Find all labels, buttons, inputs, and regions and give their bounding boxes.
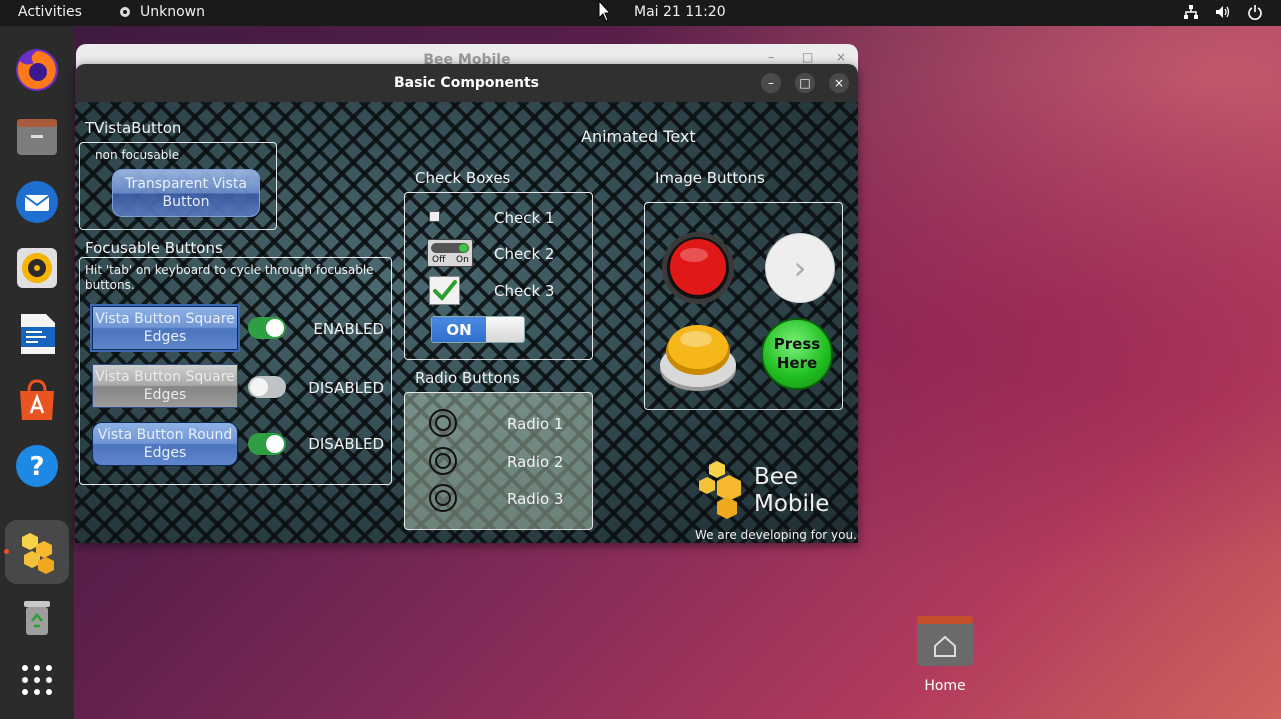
network-icon <box>1184 5 1198 19</box>
enabled-switch-2[interactable] <box>248 376 286 398</box>
radio-2-label[interactable]: Radio 2 <box>507 453 563 471</box>
desktop-home-label: Home <box>924 678 966 694</box>
title-bar[interactable]: Basic Components – □ × <box>75 64 858 102</box>
enabled-switch-1[interactable] <box>248 317 286 339</box>
writer-icon <box>21 314 55 354</box>
offon-indicator <box>459 244 468 252</box>
offon-track <box>431 243 469 253</box>
back-maximize-icon: □ <box>802 50 814 64</box>
focusable-hint: Hit 'tab' on keyboard to cycle through f… <box>85 263 374 292</box>
state-label-1: ENABLED <box>313 320 384 338</box>
dock-show-apps[interactable] <box>13 656 61 704</box>
window-title: Basic Components <box>394 75 539 91</box>
tvista-group: non focusable Transparent Vista Button <box>79 142 277 230</box>
brand-line-2: Mobile <box>754 491 830 517</box>
dock: ? <box>0 26 74 719</box>
back-close-icon: × <box>836 50 847 64</box>
on-toggle-thumb <box>486 317 524 342</box>
animated-text: Animated Text <box>581 127 696 146</box>
firefox-icon <box>16 49 58 91</box>
tvista-note: non focusable <box>95 148 180 162</box>
check-1-label[interactable]: Check 1 <box>494 209 554 227</box>
app-center-icon <box>20 379 54 420</box>
tvista-heading: TVistaButton <box>85 119 182 137</box>
radios-heading: Radio Buttons <box>415 369 520 387</box>
brand-line-1: Bee <box>754 464 799 490</box>
check-3-label[interactable]: Check 3 <box>494 282 554 300</box>
bee-mobile-icon <box>22 533 54 574</box>
chevron-right-icon: › <box>793 249 807 287</box>
vista-button-round[interactable]: Vista Button Round Edges <box>92 422 238 466</box>
radio-1-circle[interactable] <box>429 409 457 437</box>
radios-group: Radio 1 Radio 2 Radio 3 <box>404 392 593 530</box>
dock-rhythmbox[interactable] <box>13 244 61 292</box>
top-bar: Activities Unknown Mai 21 11:20 <box>0 0 1281 26</box>
minimize-button[interactable]: – <box>761 73 781 93</box>
yellow-button-icon[interactable] <box>658 315 738 395</box>
vista-button-square-2[interactable]: Vista Button Square Edges <box>92 364 238 408</box>
transparent-vista-button[interactable]: Transparent Vista Button <box>112 169 260 217</box>
power-icon <box>1248 5 1262 20</box>
app-menu[interactable]: Unknown <box>118 4 205 20</box>
state-label-2: DISABLED <box>308 379 384 397</box>
svg-text:?: ? <box>29 452 44 482</box>
activities-button[interactable]: Activities <box>18 4 82 20</box>
bee-mobile-logo-icon <box>699 461 741 519</box>
app-menu-label: Unknown <box>140 4 205 20</box>
basic-components-window: Basic Components – □ × TVistaButton non … <box>75 64 858 543</box>
desktop-home[interactable]: Home <box>910 612 980 702</box>
maximize-button[interactable]: □ <box>795 73 815 93</box>
focusable-heading: Focusable Buttons <box>85 239 223 257</box>
checkmark-icon <box>433 280 457 301</box>
next-button[interactable]: › <box>765 233 835 303</box>
focusable-group: Hit 'tab' on keyboard to cycle through f… <box>79 257 392 485</box>
offon-off-label: Off <box>432 255 446 265</box>
dock-files[interactable] <box>13 112 61 160</box>
image-buttons-heading: Image Buttons <box>655 169 765 187</box>
on-toggle[interactable]: ON <box>431 316 525 343</box>
help-icon: ? <box>16 445 58 487</box>
trash-icon <box>24 601 50 635</box>
red-button-icon[interactable] <box>661 231 735 305</box>
app-grid-icon <box>22 665 52 695</box>
state-label-3: DISABLED <box>308 435 384 453</box>
thunderbird-icon <box>16 181 58 223</box>
mouse-cursor-icon <box>598 0 612 22</box>
volume-icon <box>1216 6 1230 18</box>
checkboxes-heading: Check Boxes <box>415 169 511 187</box>
image-buttons-group: › Press Here <box>644 202 843 410</box>
dock-help[interactable]: ? <box>13 442 61 490</box>
dock-app-center[interactable] <box>13 376 61 424</box>
close-button[interactable]: × <box>829 73 849 93</box>
dock-firefox[interactable] <box>13 46 61 94</box>
check-2-offon[interactable]: Off On <box>427 239 473 267</box>
vista-button-square-1[interactable]: Vista Button Square Edges <box>92 306 238 350</box>
press-here-button[interactable]: Press Here <box>761 318 833 390</box>
files-icon <box>17 119 57 155</box>
check-2-label[interactable]: Check 2 <box>494 245 554 263</box>
rhythmbox-icon <box>17 248 57 288</box>
back-minimize-icon: – <box>768 50 774 64</box>
running-indicator <box>4 549 9 554</box>
dock-writer[interactable] <box>13 310 61 358</box>
brand-tagline: We are developing for you. <box>695 528 857 542</box>
checkboxes-group: Check 1 Off On Check 2 Check 3 ON <box>404 192 593 360</box>
home-folder-icon <box>917 616 973 666</box>
radio-3-label[interactable]: Radio 3 <box>507 490 563 508</box>
on-toggle-label: ON <box>432 317 486 342</box>
clock[interactable]: Mai 21 11:20 <box>634 4 726 20</box>
check-1-box[interactable] <box>429 211 440 222</box>
radio-3-circle[interactable] <box>429 484 457 512</box>
radio-2-circle[interactable] <box>429 447 457 475</box>
app-icon <box>120 7 130 17</box>
offon-on-label: On <box>456 255 469 265</box>
window-content: TVistaButton non focusable Transparent V… <box>75 102 858 543</box>
check-3-box[interactable] <box>429 276 460 305</box>
radio-1-label[interactable]: Radio 1 <box>507 415 563 433</box>
dock-trash[interactable] <box>13 592 61 640</box>
system-tray[interactable] <box>1183 4 1263 20</box>
dock-thunderbird[interactable] <box>13 178 61 226</box>
enabled-switch-3[interactable] <box>248 433 286 455</box>
dock-bee-mobile[interactable] <box>5 520 69 584</box>
